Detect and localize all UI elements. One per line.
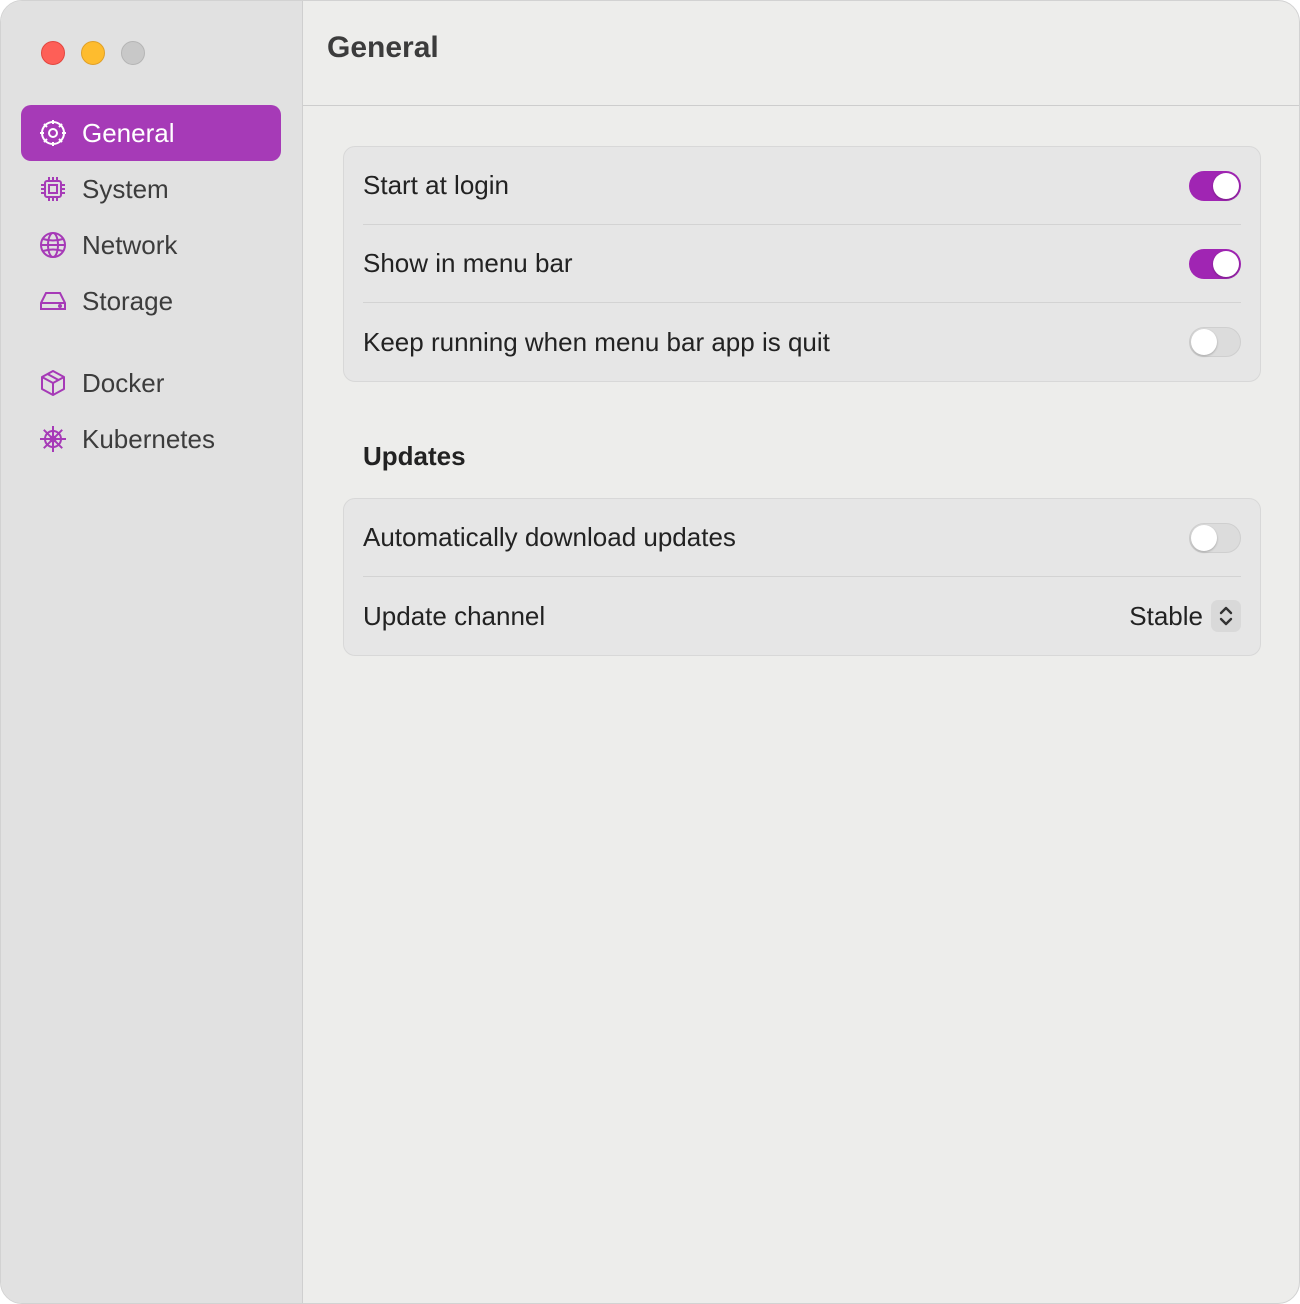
setting-row-start-at-login: Start at login (363, 147, 1241, 225)
sidebar-item-storage[interactable]: Storage (21, 273, 281, 329)
setting-row-update-channel: Update channel Stable (363, 577, 1241, 655)
sidebar-item-general[interactable]: General (21, 105, 281, 161)
setting-label: Show in menu bar (363, 248, 573, 278)
update-channel-select[interactable]: Stable (1129, 600, 1241, 632)
updates-settings-group: Automatically download updates Update ch… (343, 498, 1261, 656)
sidebar-item-kubernetes[interactable]: Kubernetes (21, 411, 281, 467)
update-channel-value: Stable (1129, 600, 1203, 631)
sidebar: General System Network Storage Docker Ku… (1, 1, 303, 1303)
sidebar-item-label: System (82, 173, 169, 204)
start-at-login-toggle[interactable] (1189, 170, 1241, 201)
window-controls (41, 41, 145, 65)
sidebar-item-system[interactable]: System (21, 161, 281, 217)
sidebar-item-docker[interactable]: Docker (21, 355, 281, 411)
drive-icon (38, 286, 68, 316)
settings-window: General System Network Storage Docker Ku… (0, 0, 1300, 1304)
sidebar-item-label: General (82, 117, 175, 148)
sidebar-item-label: Kubernetes (82, 423, 215, 454)
setting-row-show-in-menu-bar: Show in menu bar (363, 225, 1241, 303)
sidebar-item-label: Docker (82, 367, 165, 398)
globe-icon (38, 230, 68, 260)
page-title: General (327, 31, 439, 64)
show-in-menu-bar-toggle[interactable] (1189, 248, 1241, 279)
header: General (303, 1, 1299, 106)
setting-row-auto-download: Automatically download updates (363, 499, 1241, 577)
zoom-button[interactable] (121, 41, 145, 65)
sidebar-nav: General System Network Storage Docker Ku… (21, 105, 281, 467)
setting-label: Keep running when menu bar app is quit (363, 326, 830, 357)
sidebar-item-label: Storage (82, 285, 174, 316)
setting-row-keep-running: Keep running when menu bar app is quit (363, 303, 1241, 381)
keep-running-toggle[interactable] (1189, 327, 1241, 357)
gear-icon (38, 118, 68, 148)
box-icon (38, 368, 68, 398)
updates-section-title: Updates (363, 441, 466, 471)
close-button[interactable] (41, 41, 65, 65)
general-settings-group: Start at login Show in menu bar Keep run… (343, 146, 1261, 382)
sidebar-item-network[interactable]: Network (21, 217, 281, 273)
sidebar-item-label: Network (82, 229, 178, 260)
setting-label: Start at login (363, 170, 509, 200)
helm-icon (38, 424, 68, 454)
minimize-button[interactable] (81, 41, 105, 65)
setting-label: Automatically download updates (363, 522, 736, 552)
main-content: General Start at login Show in menu bar … (303, 1, 1299, 1303)
chevron-up-down-icon (1211, 600, 1241, 632)
cpu-icon (38, 174, 68, 204)
setting-label: Update channel (363, 600, 546, 631)
auto-download-updates-toggle[interactable] (1189, 522, 1241, 553)
